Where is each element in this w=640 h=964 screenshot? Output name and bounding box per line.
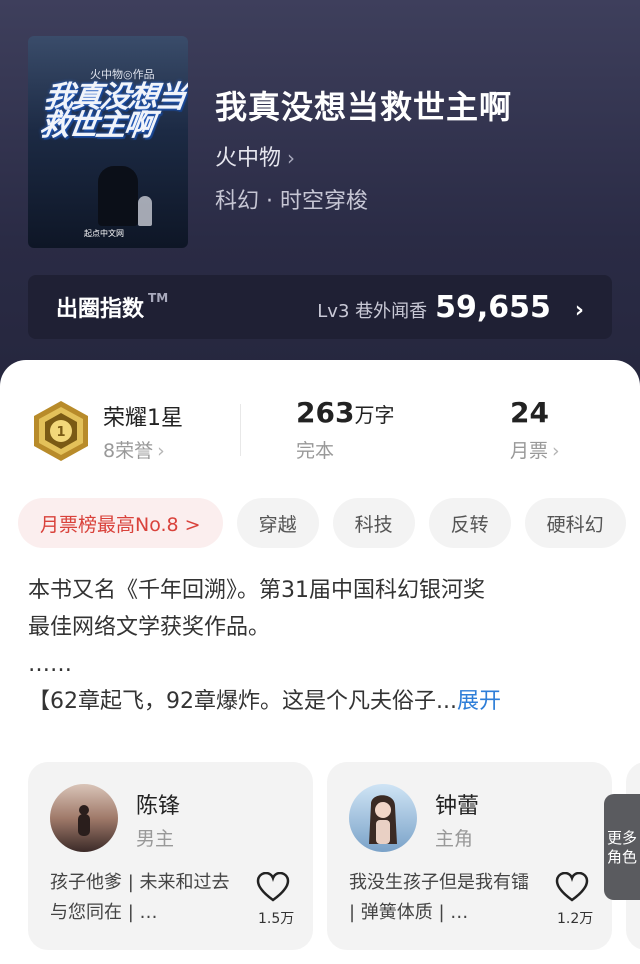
like-count: 1.2万 [557, 911, 594, 927]
tag-chip[interactable]: 反转 [428, 498, 511, 548]
stats-row: 1 荣耀1星 8荣誉 › 263万字 完本 24 月票 › [0, 396, 640, 476]
divider [240, 404, 241, 456]
character-role: 男主 [136, 828, 175, 850]
author-link[interactable]: 火中物 › [215, 140, 295, 172]
author-name: 火中物 [215, 146, 282, 171]
description-line: 最佳网络文学获奖作品。 [28, 615, 271, 640]
tag-chip[interactable]: 穿越 [236, 498, 319, 548]
tag-chip[interactable]: 硬科幻 [524, 498, 626, 548]
character-name: 钟蕾 [435, 794, 480, 819]
character-tagline: 我没生孩子但是我有镭 | 弹簧体质 | … [349, 872, 529, 923]
chevron-right-icon: › [287, 146, 296, 170]
completion-status: 完本 [296, 440, 335, 462]
heart-icon[interactable] [256, 872, 290, 902]
book-cover[interactable]: 火中物◎作品 我真没想当救世主啊 起点中文网 [28, 36, 188, 248]
trademark-mark: TM [148, 291, 169, 305]
chevron-right-icon: › [574, 297, 584, 323]
character-card[interactable]: 陈锋 男主 孩子他爹 | 未来和过去与您同在 | … 1.5万 [28, 762, 313, 950]
tag-list: 月票榜最高No.8 > 穿越 科技 反转 硬科幻 [18, 498, 626, 548]
book-detail-sheet: 1 荣耀1星 8荣誉 › 263万字 完本 24 月票 › 月票榜最高No.8 > … [0, 360, 640, 964]
description-line: …… [28, 652, 72, 677]
book-description[interactable]: 本书又名《千年回溯》。第31届中国科幻银河奖 最佳网络文学获奖作品。 …… 【6… [28, 572, 618, 720]
character-name: 陈锋 [136, 794, 181, 819]
cover-figure [98, 166, 138, 226]
character-role: 主角 [435, 828, 474, 850]
index-level: Lv3 巷外闻香 [317, 300, 428, 322]
monthly-tickets-link[interactable]: 月票 › [510, 436, 560, 463]
index-label: 出圈指数 TM [56, 291, 169, 322]
honor-medal-icon[interactable]: 1 [32, 400, 90, 462]
description-line: 【62章起飞，92章爆炸。这是个凡夫俗子...展开 [28, 689, 501, 714]
character-avatar [50, 784, 118, 852]
chevron-right-icon: › [552, 440, 560, 462]
cover-figure-small [138, 196, 152, 226]
honor-title[interactable]: 荣耀1星 [103, 400, 183, 432]
book-header: 火中物◎作品 我真没想当救世主啊 起点中文网 我真没想当救世主啊 火中物 › 科幻… [0, 0, 640, 400]
character-tagline: 孩子他爹 | 未来和过去与您同在 | … [50, 872, 230, 923]
cover-title-text: 我真没想当救世主啊 [37, 80, 187, 143]
monthly-tickets-count[interactable]: 24 [510, 396, 549, 429]
character-list: 陈锋 男主 孩子他爹 | 未来和过去与您同在 | … 1.5万 钟蕾 主角 我没… [28, 762, 640, 952]
description-line: 本书又名《千年回溯》。第31届中国科幻银河奖 [28, 578, 485, 603]
like-count: 1.5万 [258, 911, 295, 927]
index-score: 59,655 [435, 289, 551, 325]
more-roles-button[interactable]: 更多角色 [604, 794, 640, 900]
character-card[interactable]: 钟蕾 主角 我没生孩子但是我有镭 | 弹簧体质 | … 1.2万 [327, 762, 612, 950]
book-genre: 科幻 · 时空穿梭 [215, 189, 368, 214]
tag-monthly-rank[interactable]: 月票榜最高No.8 > [18, 498, 223, 548]
heart-icon[interactable] [555, 872, 589, 902]
word-count: 263万字 [296, 396, 395, 429]
character-avatar [349, 784, 417, 852]
honor-count[interactable]: 8荣誉 › [103, 436, 165, 463]
svg-text:1: 1 [56, 425, 65, 440]
chevron-right-icon: › [157, 440, 165, 462]
tag-chip[interactable]: 科技 [332, 498, 415, 548]
popularity-index-bar[interactable]: 出圈指数 TM Lv3 巷外闻香 59,655 › [28, 275, 612, 339]
book-title: 我真没想当救世主啊 [215, 88, 513, 126]
expand-link[interactable]: 展开 [457, 689, 501, 714]
cover-publisher-text: 起点中文网 [84, 229, 124, 238]
